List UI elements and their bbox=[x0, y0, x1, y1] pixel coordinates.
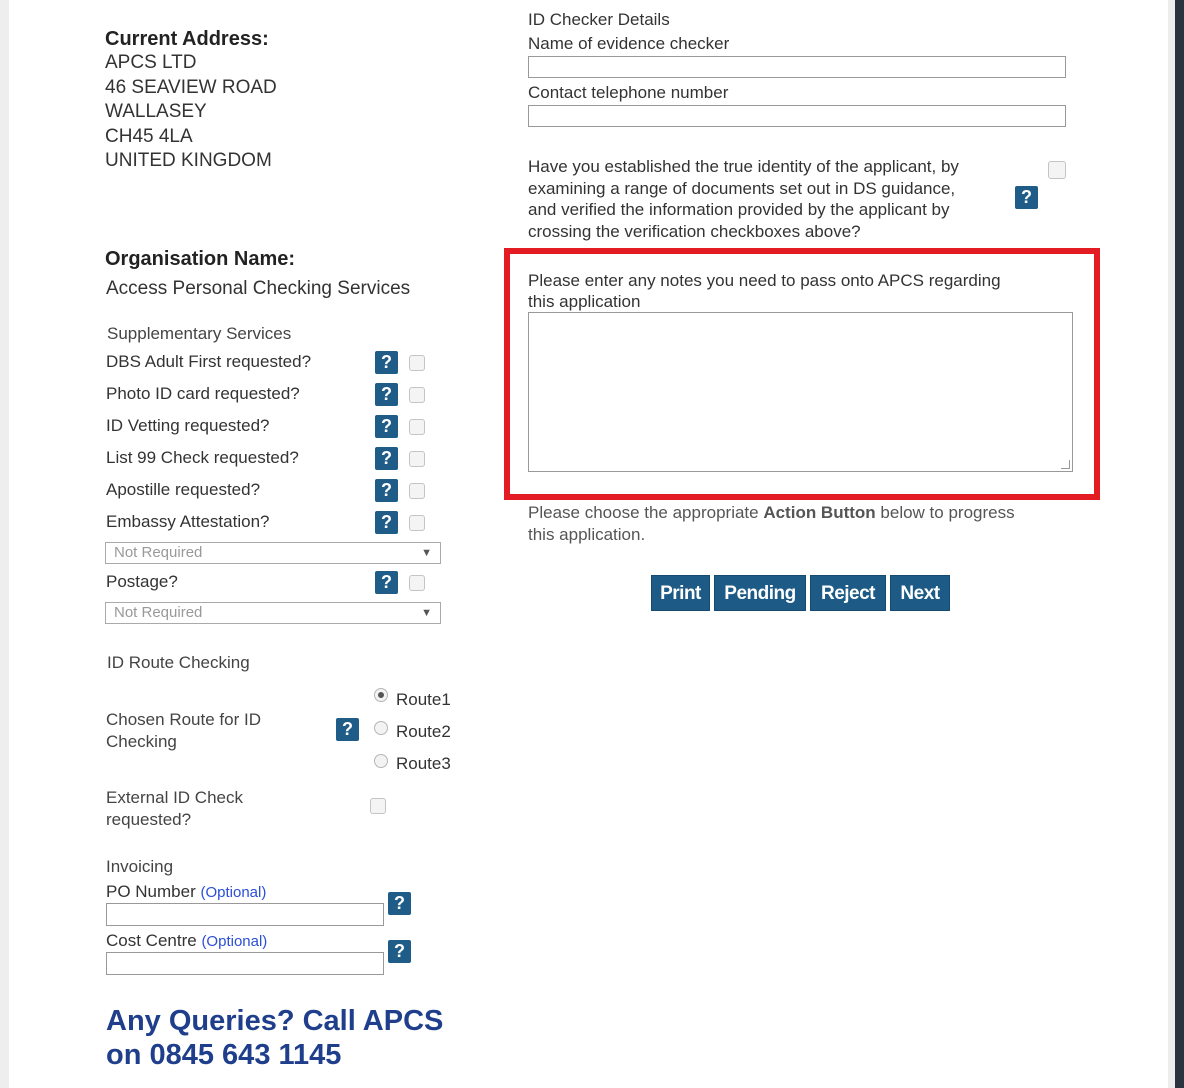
queries-contact: Any Queries? Call APCS on 0845 643 1145 bbox=[106, 1004, 443, 1072]
embassy-attestation-checkbox[interactable] bbox=[409, 515, 425, 531]
photo-id-card-checkbox[interactable] bbox=[409, 387, 425, 403]
invoicing-heading: Invoicing bbox=[106, 857, 174, 876]
action-text: below to progress bbox=[875, 503, 1015, 522]
help-icon[interactable]: ? bbox=[375, 479, 398, 502]
print-button[interactable]: Print bbox=[651, 575, 710, 611]
supplementary-heading: Supplementary Services bbox=[107, 324, 292, 343]
cost-centre-text: Cost Centre bbox=[106, 931, 197, 950]
action-instructions-line: Please choose the appropriate Action But… bbox=[528, 502, 1015, 524]
notes-label: Please enter any notes you need to pass … bbox=[528, 270, 1001, 312]
help-icon[interactable]: ? bbox=[336, 718, 359, 741]
contact-phone-input[interactable] bbox=[528, 105, 1066, 127]
address-line: 46 SEAVIEW ROAD bbox=[105, 76, 277, 98]
notes-textarea[interactable] bbox=[528, 312, 1073, 472]
po-number-input[interactable] bbox=[106, 903, 384, 926]
help-icon[interactable]: ? bbox=[375, 571, 398, 594]
pending-button[interactable]: Pending bbox=[714, 575, 806, 611]
reject-button[interactable]: Reject bbox=[810, 575, 886, 611]
po-number-text: PO Number bbox=[106, 882, 196, 901]
help-icon[interactable]: ? bbox=[388, 892, 411, 915]
id-vetting-checkbox[interactable] bbox=[409, 419, 425, 435]
apostille-label: Apostille requested? bbox=[106, 480, 261, 499]
notes-label-line: this application bbox=[528, 292, 641, 311]
id-checker-heading: ID Checker Details bbox=[528, 10, 670, 29]
action-instructions-line: this application. bbox=[528, 524, 646, 544]
identity-verified-checkbox[interactable] bbox=[1048, 161, 1066, 179]
chevron-down-icon: ▼ bbox=[421, 607, 432, 619]
identity-question-line: and verified the information provided by… bbox=[528, 200, 950, 219]
action-text: Please choose the appropriate bbox=[528, 503, 764, 522]
route2-radio[interactable] bbox=[374, 721, 388, 735]
evidence-checker-input[interactable] bbox=[528, 56, 1066, 78]
postage-select[interactable]: Not Required ▼ bbox=[105, 602, 441, 624]
identity-question-line: crossing the verification checkboxes abo… bbox=[528, 221, 861, 241]
notes-label-line: Please enter any notes you need to pass … bbox=[528, 271, 1001, 290]
address-line: UNITED KINGDOM bbox=[105, 150, 272, 171]
chevron-down-icon: ▼ bbox=[421, 547, 432, 559]
identity-question: Have you established the true identity o… bbox=[528, 156, 959, 242]
route3-label: Route3 bbox=[396, 754, 451, 773]
chosen-route-label: Chosen Route for ID Checking bbox=[106, 710, 261, 751]
action-text-bold: Action Button bbox=[763, 503, 876, 522]
cost-centre-label: Cost Centre (Optional) bbox=[106, 931, 267, 951]
address-title: Current Address: bbox=[105, 28, 269, 50]
route1-label: Route1 bbox=[396, 690, 451, 709]
dbs-adult-first-checkbox[interactable] bbox=[409, 355, 425, 371]
route1-radio[interactable] bbox=[374, 688, 388, 702]
queries-line: Any Queries? Call APCS bbox=[106, 1005, 444, 1037]
postage-label: Postage? bbox=[106, 572, 178, 591]
address-block: APCS LTD 46 SEAVIEW ROAD WALLASEY CH45 4… bbox=[105, 51, 277, 174]
help-icon[interactable]: ? bbox=[375, 511, 398, 534]
right-edge-bar bbox=[1175, 0, 1184, 1088]
identity-question-line: examining a range of documents set out i… bbox=[528, 178, 956, 198]
list-99-check-label: List 99 Check requested? bbox=[106, 448, 299, 467]
embassy-select-value: Not Required bbox=[114, 544, 203, 561]
optional-note: (Optional) bbox=[200, 884, 267, 901]
queries-line: on 0845 643 1145 bbox=[106, 1039, 342, 1071]
resize-handle[interactable] bbox=[1061, 460, 1070, 469]
contact-phone-label: Contact telephone number bbox=[528, 83, 729, 102]
postage-checkbox[interactable] bbox=[409, 575, 425, 591]
next-button[interactable]: Next bbox=[890, 575, 950, 611]
left-margin bbox=[0, 0, 9, 1088]
address-line: APCS LTD bbox=[105, 52, 197, 73]
evidence-checker-label: Name of evidence checker bbox=[528, 34, 730, 53]
external-id-check-checkbox[interactable] bbox=[370, 798, 386, 814]
optional-note: (Optional) bbox=[201, 933, 268, 950]
dbs-adult-first-label: DBS Adult First requested? bbox=[106, 352, 312, 371]
external-id-check-label: External ID Check requested? bbox=[106, 788, 243, 829]
route2-label: Route2 bbox=[396, 722, 451, 741]
po-number-label: PO Number (Optional) bbox=[106, 882, 266, 902]
embassy-attestation-select[interactable]: Not Required ▼ bbox=[105, 542, 441, 564]
address-line: CH45 4LA bbox=[105, 125, 193, 147]
organisation-value: Access Personal Checking Services bbox=[106, 278, 411, 299]
apostille-checkbox[interactable] bbox=[409, 483, 425, 499]
help-icon[interactable]: ? bbox=[375, 447, 398, 470]
id-route-heading: ID Route Checking bbox=[107, 653, 250, 672]
route3-radio[interactable] bbox=[374, 754, 388, 768]
address-line: WALLASEY bbox=[105, 101, 207, 122]
help-icon[interactable]: ? bbox=[1015, 186, 1038, 209]
help-icon[interactable]: ? bbox=[375, 383, 398, 406]
embassy-attestation-label: Embassy Attestation? bbox=[106, 512, 270, 531]
action-instructions: Please choose the appropriate Action But… bbox=[528, 502, 1015, 545]
list-99-check-checkbox[interactable] bbox=[409, 451, 425, 467]
photo-id-card-label: Photo ID card requested? bbox=[106, 384, 300, 403]
organisation-title: Organisation Name: bbox=[105, 248, 296, 270]
help-icon[interactable]: ? bbox=[388, 940, 411, 963]
help-icon[interactable]: ? bbox=[375, 351, 398, 374]
cost-centre-input[interactable] bbox=[106, 952, 384, 975]
id-vetting-label: ID Vetting requested? bbox=[106, 416, 270, 435]
help-icon[interactable]: ? bbox=[375, 415, 398, 438]
postage-select-value: Not Required bbox=[114, 604, 203, 621]
identity-question-line: Have you established the true identity o… bbox=[528, 157, 959, 176]
